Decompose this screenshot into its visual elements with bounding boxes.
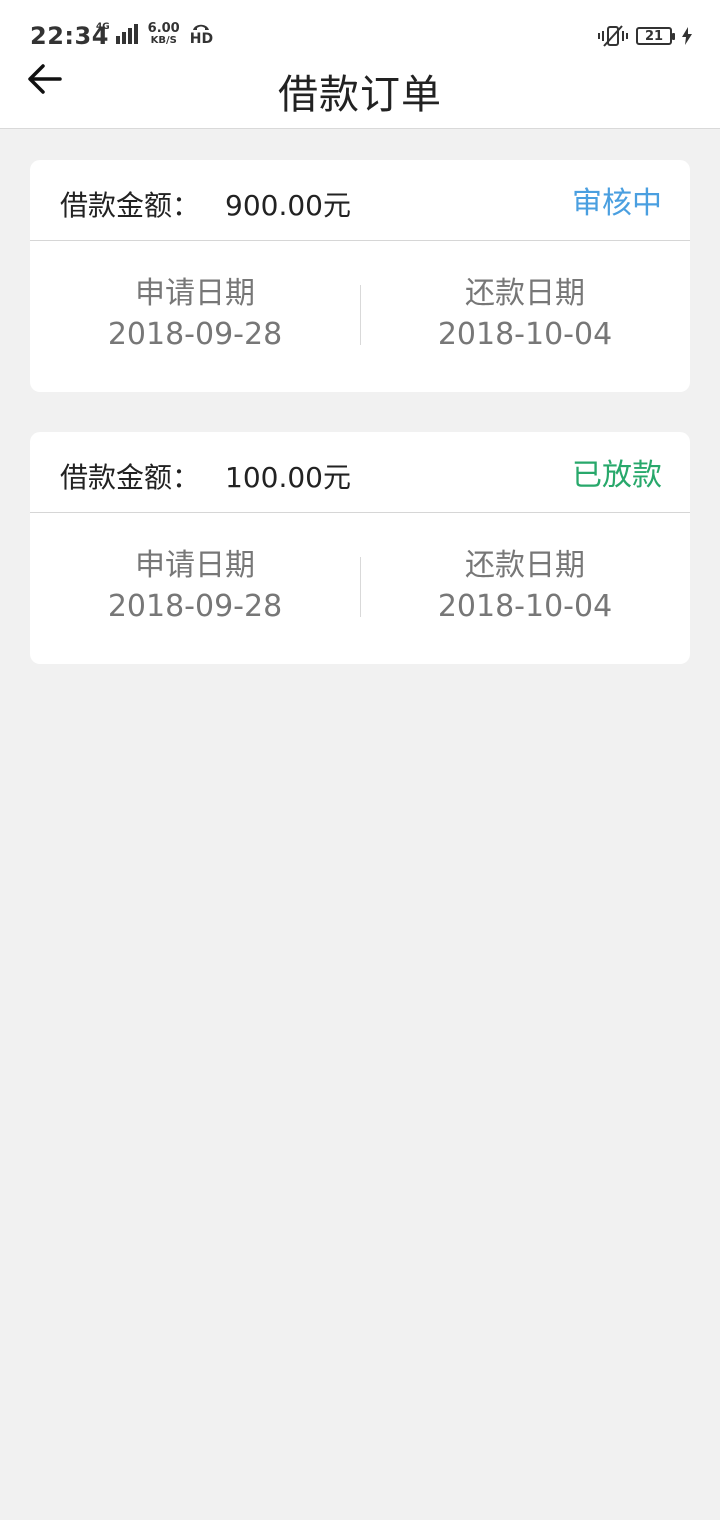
order-card[interactable]: 借款金额： 100.00元 已放款 申请日期 2018-09-28 还款日期 2… <box>30 432 690 664</box>
apply-date-value: 2018-09-28 <box>107 589 283 624</box>
order-card-body: 申请日期 2018-09-28 还款日期 2018-10-04 <box>30 513 690 664</box>
signal-icon <box>115 24 138 44</box>
apply-date-column: 申请日期 2018-09-28 <box>30 547 360 627</box>
network-label: 4G <box>96 22 110 32</box>
repay-date-label: 还款日期 <box>465 548 585 583</box>
apply-date-value: 2018-09-28 <box>107 317 283 352</box>
order-card-header: 借款金额： 100.00元 已放款 <box>30 432 690 513</box>
order-card[interactable]: 借款金额： 900.00元 审核中 申请日期 2018-09-28 还款日期 2… <box>30 160 690 392</box>
battery-indicator: 21 <box>636 27 675 45</box>
app-header: 22:34 4G 6.00 KB/S HD 21 借款订单 <box>0 0 720 129</box>
order-status: 审核中 <box>572 186 662 221</box>
repay-date-label: 还款日期 <box>465 276 585 311</box>
apply-date-label: 申请日期 <box>135 548 255 583</box>
amount-value: 900.00元 <box>225 189 351 222</box>
apply-date-label: 申请日期 <box>135 276 255 311</box>
battery-level: 21 <box>644 28 664 44</box>
repay-date-value: 2018-10-04 <box>437 317 613 352</box>
speed-value: 6.00 <box>147 21 180 36</box>
vibrate-mute-icon <box>598 25 628 47</box>
charging-icon <box>682 27 692 45</box>
status-right-icons: 21 <box>598 24 692 48</box>
amount-label: 借款金额： <box>60 461 201 494</box>
repay-date-column: 还款日期 2018-10-04 <box>360 275 690 355</box>
order-card-body: 申请日期 2018-09-28 还款日期 2018-10-04 <box>30 241 690 392</box>
hd-label: HD <box>189 31 214 47</box>
status-left-icons: 4G 6.00 KB/S HD <box>96 22 213 52</box>
page-title: 借款订单 <box>278 72 442 118</box>
amount-label: 借款金额： <box>60 189 201 222</box>
speed-unit: KB/S <box>150 35 177 46</box>
order-status: 已放款 <box>572 458 662 493</box>
repay-date-value: 2018-10-04 <box>437 589 613 624</box>
network-speed: 6.00 KB/S <box>148 22 180 47</box>
repay-date-column: 还款日期 2018-10-04 <box>360 547 690 627</box>
apply-date-column: 申请日期 2018-09-28 <box>30 275 360 355</box>
amount-value: 100.00元 <box>225 461 351 494</box>
hd-indicator: HD <box>190 22 213 46</box>
order-card-header: 借款金额： 900.00元 审核中 <box>30 160 690 241</box>
